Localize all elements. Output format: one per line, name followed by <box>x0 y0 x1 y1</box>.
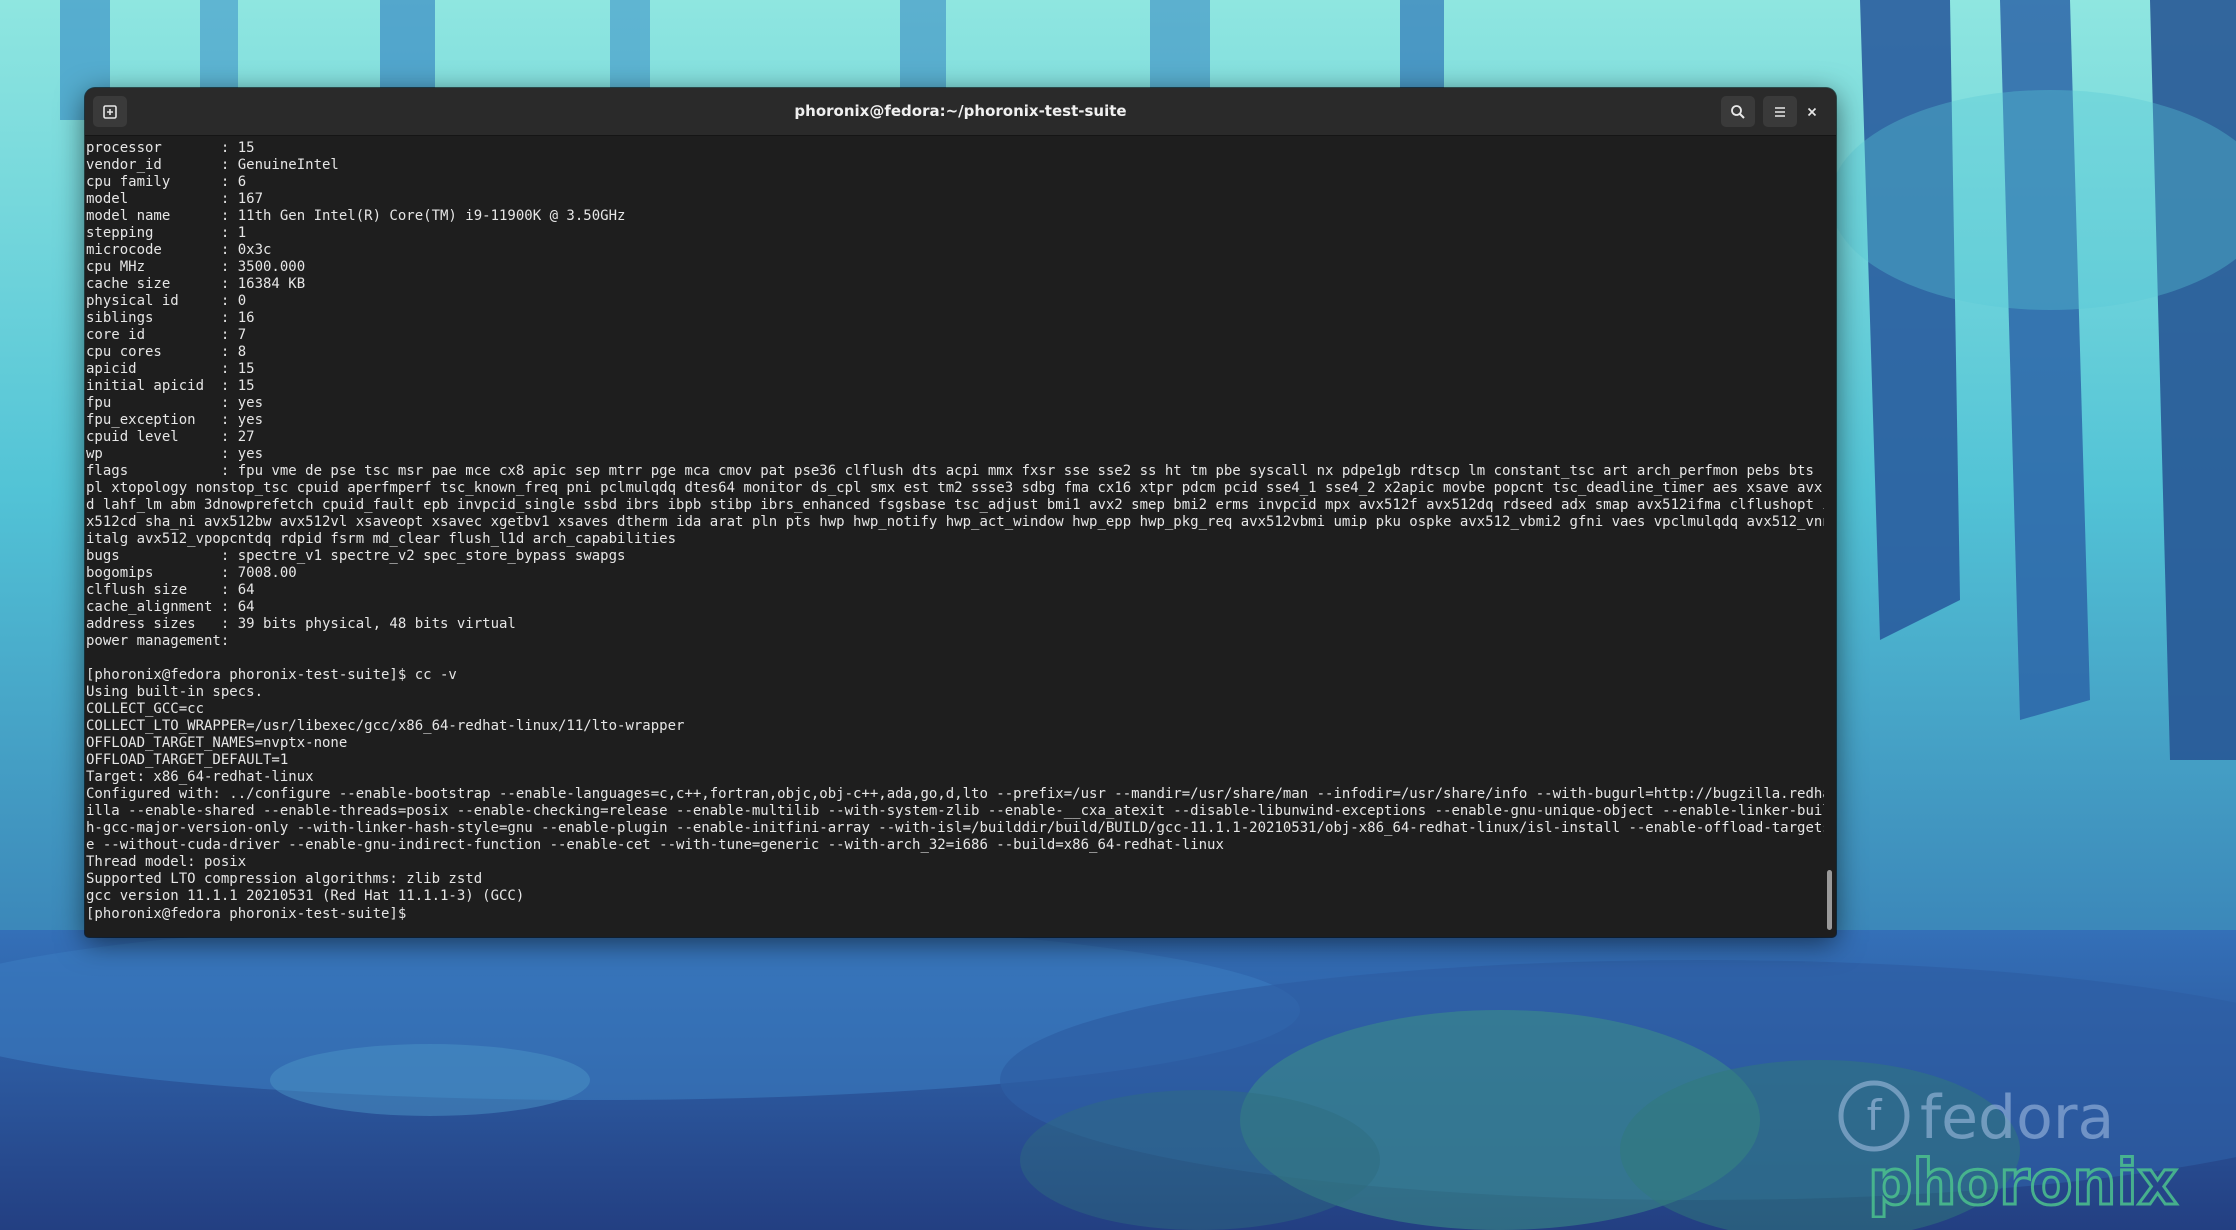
terminal-line: cpuid level : 27 <box>86 429 255 445</box>
terminal-line: COLLECT_GCC=cc <box>86 701 205 717</box>
terminal-line: cache_alignment : 64 <box>86 599 255 615</box>
new-tab-icon <box>103 104 117 119</box>
close-icon <box>1807 107 1817 116</box>
terminal-line: processor : 15 <box>86 140 255 156</box>
terminal-line: siblings : 16 <box>86 310 255 326</box>
terminal-line: wp : yes <box>86 446 264 462</box>
terminal-line: address sizes : 39 bits physical, 48 bit… <box>86 616 516 632</box>
terminal-line: initial apicid : 15 <box>86 378 255 394</box>
terminal-line: x512cd sha_ni avx512bw avx512vl xsaveopt… <box>86 514 1824 530</box>
terminal-line: bugs : spectre_v1 spectre_v2 spec_store_… <box>86 548 626 564</box>
terminal-line: cpu family : 6 <box>86 174 247 190</box>
terminal-line: d lahf_lm abm 3dnowprefetch cpuid_fault … <box>86 497 1824 513</box>
fedora-wordmark: fedora <box>1920 1083 2114 1152</box>
terminal-scrollbar[interactable] <box>1825 140 1834 933</box>
terminal-line: fpu_exception : yes <box>86 412 264 428</box>
terminal-line: cache size : 16384 KB <box>86 276 306 292</box>
terminal-line: Configured with: ../configure --enable-b… <box>86 786 1824 802</box>
terminal-line: italg avx512_vpopcntdq rdpid fsrm md_cle… <box>86 531 677 547</box>
terminal-line: microcode : 0x3c <box>86 242 272 258</box>
terminal-line: model : 167 <box>86 191 264 207</box>
phoronix-logo: phoronix <box>1868 1148 2179 1218</box>
search-button[interactable] <box>1721 96 1755 127</box>
terminal-line: vendor_id : GenuineIntel <box>86 157 339 173</box>
terminal-line: bogomips : 7008.00 <box>86 565 297 581</box>
scrollbar-thumb[interactable] <box>1827 870 1832 930</box>
terminal-line: apicid : 15 <box>86 361 255 377</box>
terminal-line: h-gcc-major-version-only --with-linker-h… <box>86 820 1824 836</box>
terminal-line: pl xtopology nonstop_tsc cpuid aperfmper… <box>86 480 1824 496</box>
terminal-line: cpu MHz : 3500.000 <box>86 259 306 275</box>
menu-button[interactable] <box>1763 96 1797 127</box>
terminal-line: model name : 11th Gen Intel(R) Core(TM) … <box>86 208 626 224</box>
terminal-line: core id : 7 <box>86 327 247 343</box>
terminal-line: fpu : yes <box>86 395 264 411</box>
terminal-line: Thread model: posix <box>86 854 247 870</box>
headerbar: phoronix@fedora:~/phoronix-test-suite <box>85 88 1836 136</box>
terminal-line: Using built-in specs. <box>86 684 264 700</box>
terminal-line: OFFLOAD_TARGET_NAMES=nvptx-none <box>86 735 348 751</box>
terminal-output[interactable]: processor : 15 vendor_id : GenuineIntel cp… <box>86 140 1824 933</box>
terminal-line: COLLECT_LTO_WRAPPER=/usr/libexec/gcc/x86… <box>86 718 685 734</box>
close-button[interactable] <box>1797 96 1827 127</box>
terminal-line: illa --enable-shared --enable-threads=po… <box>86 803 1824 819</box>
hamburger-menu-icon <box>1775 106 1785 117</box>
terminal-line: physical id : 0 <box>86 293 247 309</box>
terminal-line: clflush size : 64 <box>86 582 255 598</box>
terminal-line: flags : fpu vme de pse tsc msr pae mce c… <box>86 463 1824 479</box>
search-icon <box>1731 104 1745 119</box>
terminal-line: power management: <box>86 633 230 649</box>
new-tab-button[interactable] <box>93 96 127 127</box>
terminal-line: stepping : 1 <box>86 225 247 241</box>
terminal-line: gcc version 11.1.1 20210531 (Red Hat 11.… <box>86 888 525 904</box>
terminal-line: OFFLOAD_TARGET_DEFAULT=1 <box>86 752 289 768</box>
terminal-line: [phoronix@fedora phoronix-test-suite]$ <box>86 905 1824 922</box>
window-title: phoronix@fedora:~/phoronix-test-suite <box>794 102 1127 120</box>
terminal-line: Target: x86_64-redhat-linux <box>86 769 314 785</box>
fedora-logo: f fedora <box>1838 1080 2114 1152</box>
terminal-line: [phoronix@fedora phoronix-test-suite]$ c… <box>86 667 457 683</box>
desktop-wallpaper: phoronix@fedora:~/phoronix-test-suite pr… <box>0 0 2236 1230</box>
terminal-line: cpu cores : 8 <box>86 344 247 360</box>
terminal-line: e --without-cuda-driver --enable-gnu-ind… <box>86 837 1224 853</box>
svg-text:f: f <box>1867 1091 1883 1140</box>
terminal-line: Supported LTO compression algorithms: zl… <box>86 871 483 887</box>
terminal-window[interactable]: phoronix@fedora:~/phoronix-test-suite pr… <box>85 88 1836 937</box>
phoronix-wordmark: phoronix <box>1868 1148 2178 1218</box>
